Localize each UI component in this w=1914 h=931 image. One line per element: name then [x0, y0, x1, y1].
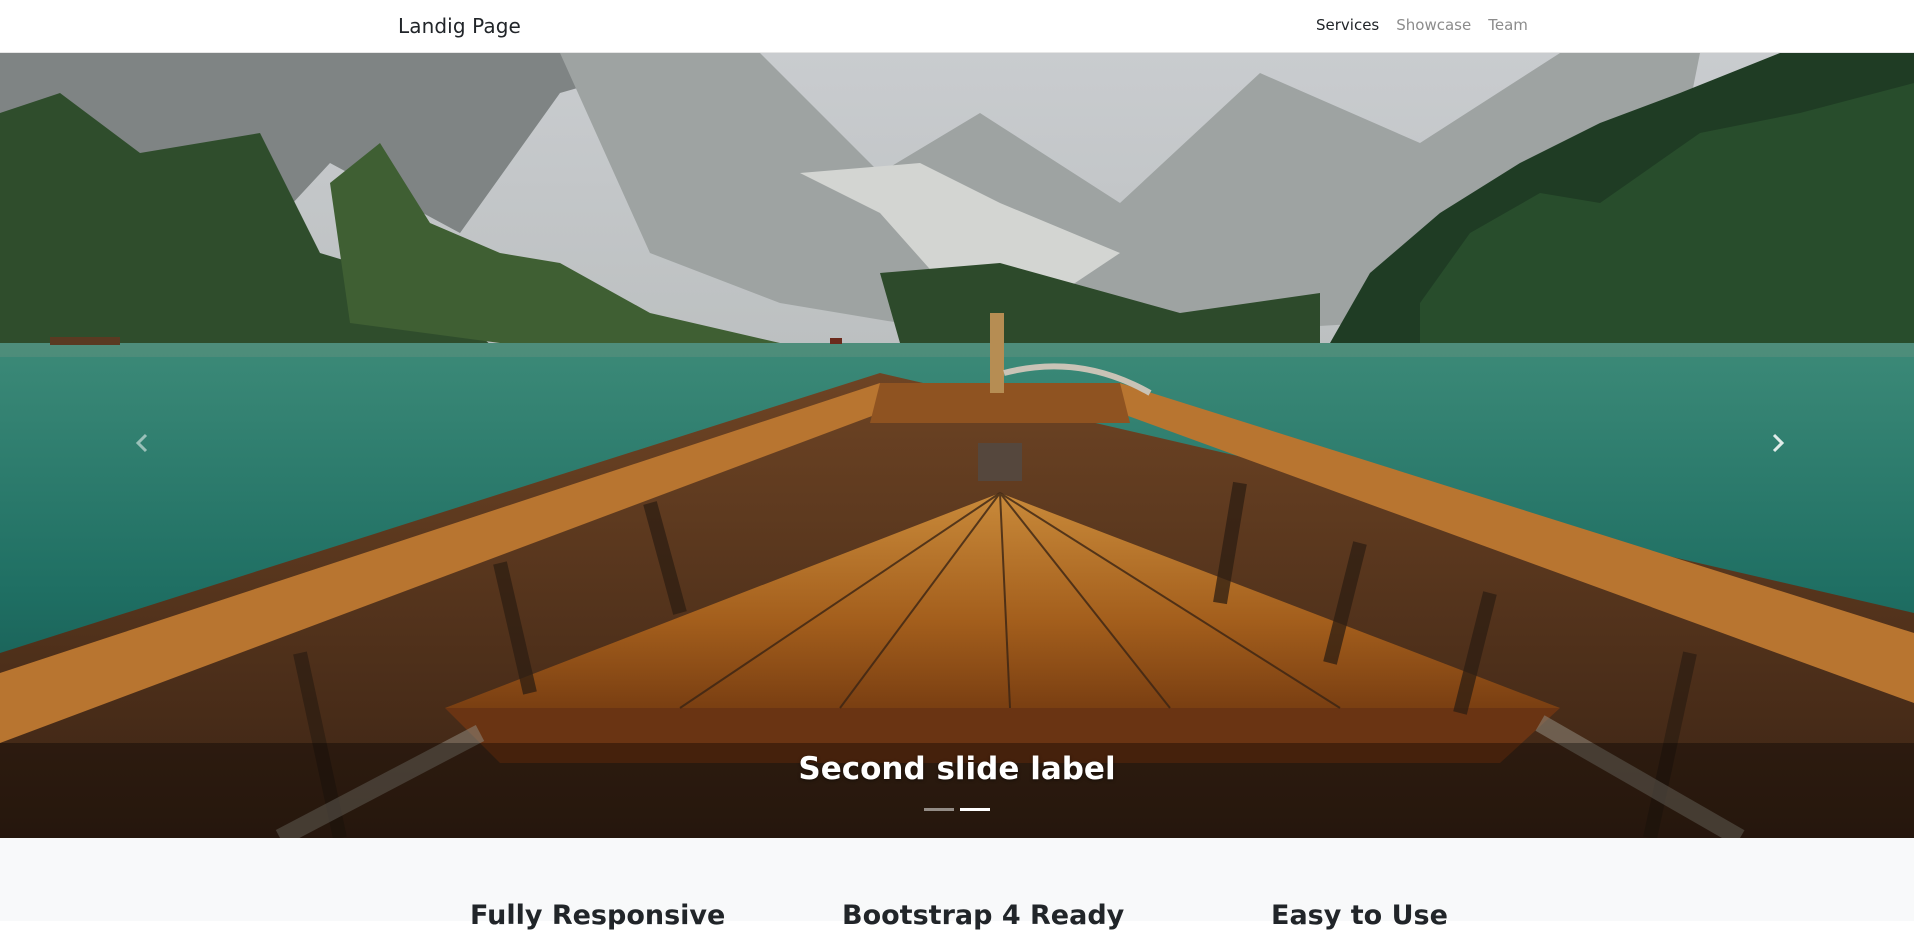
- carousel-indicators: [0, 808, 1914, 811]
- nav-item-showcase[interactable]: Showcase: [1396, 16, 1471, 34]
- carousel-next-button[interactable]: [1747, 413, 1807, 473]
- carousel-caption: Second slide label: [798, 751, 1116, 787]
- carousel-indicator-1[interactable]: [924, 808, 954, 811]
- carousel-prev-button[interactable]: [113, 413, 173, 473]
- feature-title-responsive: Fully Responsive: [470, 900, 726, 931]
- feature-title-bootstrap: Bootstrap 4 Ready: [842, 900, 1125, 931]
- navbar-brand[interactable]: Landig Page: [398, 14, 521, 38]
- nav-item-services[interactable]: Services: [1316, 16, 1379, 34]
- nav-links: Services Showcase Team: [1316, 16, 1528, 34]
- feature-title-easy: Easy to Use: [1271, 900, 1448, 931]
- carousel-indicator-2[interactable]: [960, 808, 990, 811]
- nav-item-team[interactable]: Team: [1488, 16, 1528, 34]
- hero-carousel: Second slide label: [0, 53, 1914, 838]
- features-section: Fully Responsive Bootstrap 4 Ready Easy …: [0, 838, 1914, 931]
- carousel-slide-image: [0, 53, 1914, 838]
- navbar: Landig Page Services Showcase Team: [0, 0, 1914, 53]
- chevron-left-icon: [135, 433, 148, 453]
- chevron-right-icon: [1772, 433, 1785, 453]
